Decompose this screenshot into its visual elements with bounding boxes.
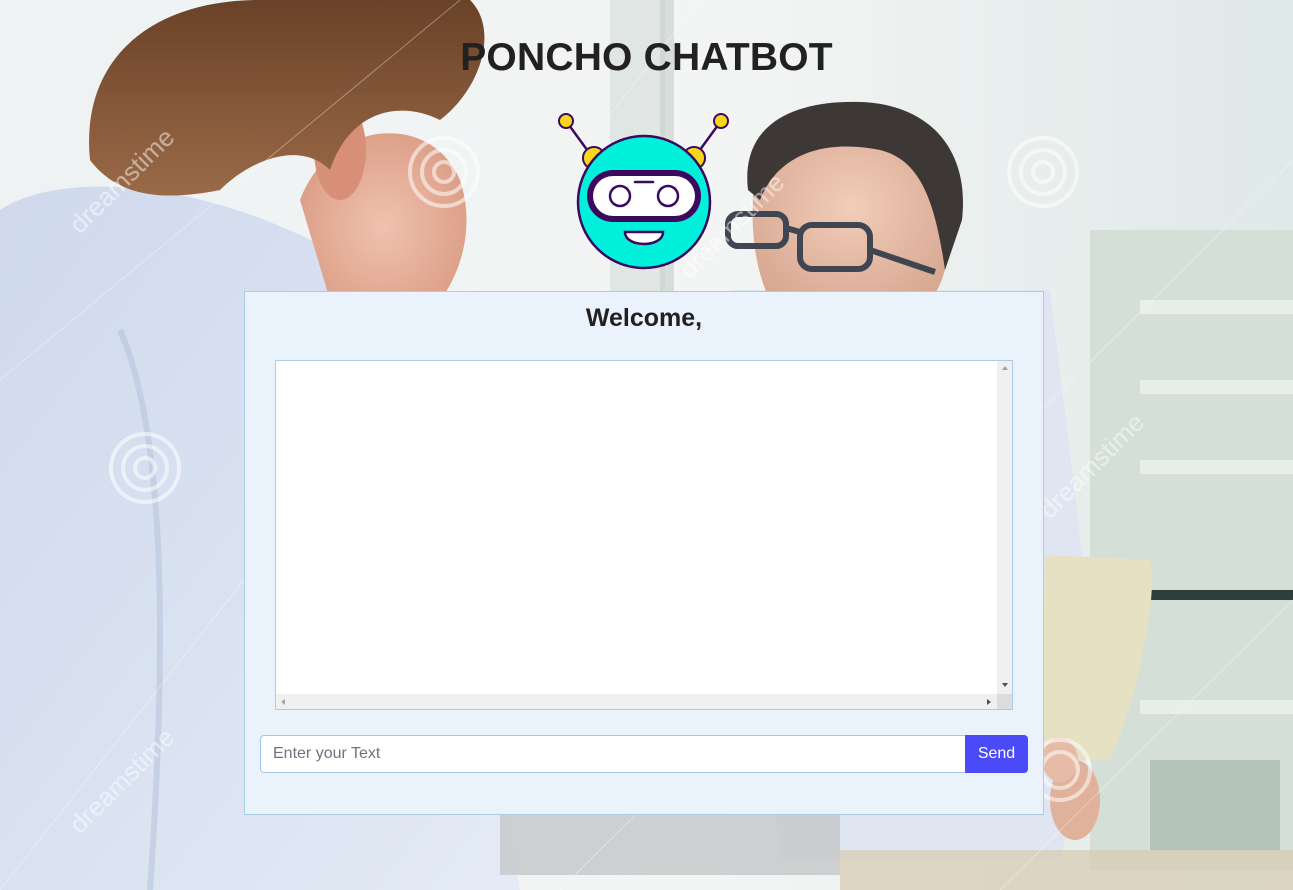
scroll-up-icon[interactable] — [1002, 366, 1008, 370]
robot-icon — [553, 108, 735, 274]
horizontal-scrollbar[interactable] — [276, 694, 997, 709]
welcome-heading: Welcome, — [585, 304, 703, 332]
scroll-down-icon[interactable] — [1002, 683, 1008, 687]
page-title: PONCHO CHATBOT — [460, 36, 833, 79]
chat-log[interactable] — [275, 360, 1013, 710]
scrollbar-corner — [997, 694, 1012, 709]
message-composer: Send — [260, 735, 1028, 773]
vertical-scrollbar[interactable] — [997, 361, 1012, 694]
message-input[interactable] — [260, 735, 965, 773]
send-button[interactable]: Send — [965, 735, 1028, 773]
scroll-left-icon[interactable] — [281, 699, 285, 705]
chat-panel: Welcome, Send — [244, 291, 1044, 815]
scroll-right-icon[interactable] — [987, 699, 991, 705]
chatbot-page: PONCHO CHATBOT Welcome, Enter your Text … — [0, 0, 1293, 890]
